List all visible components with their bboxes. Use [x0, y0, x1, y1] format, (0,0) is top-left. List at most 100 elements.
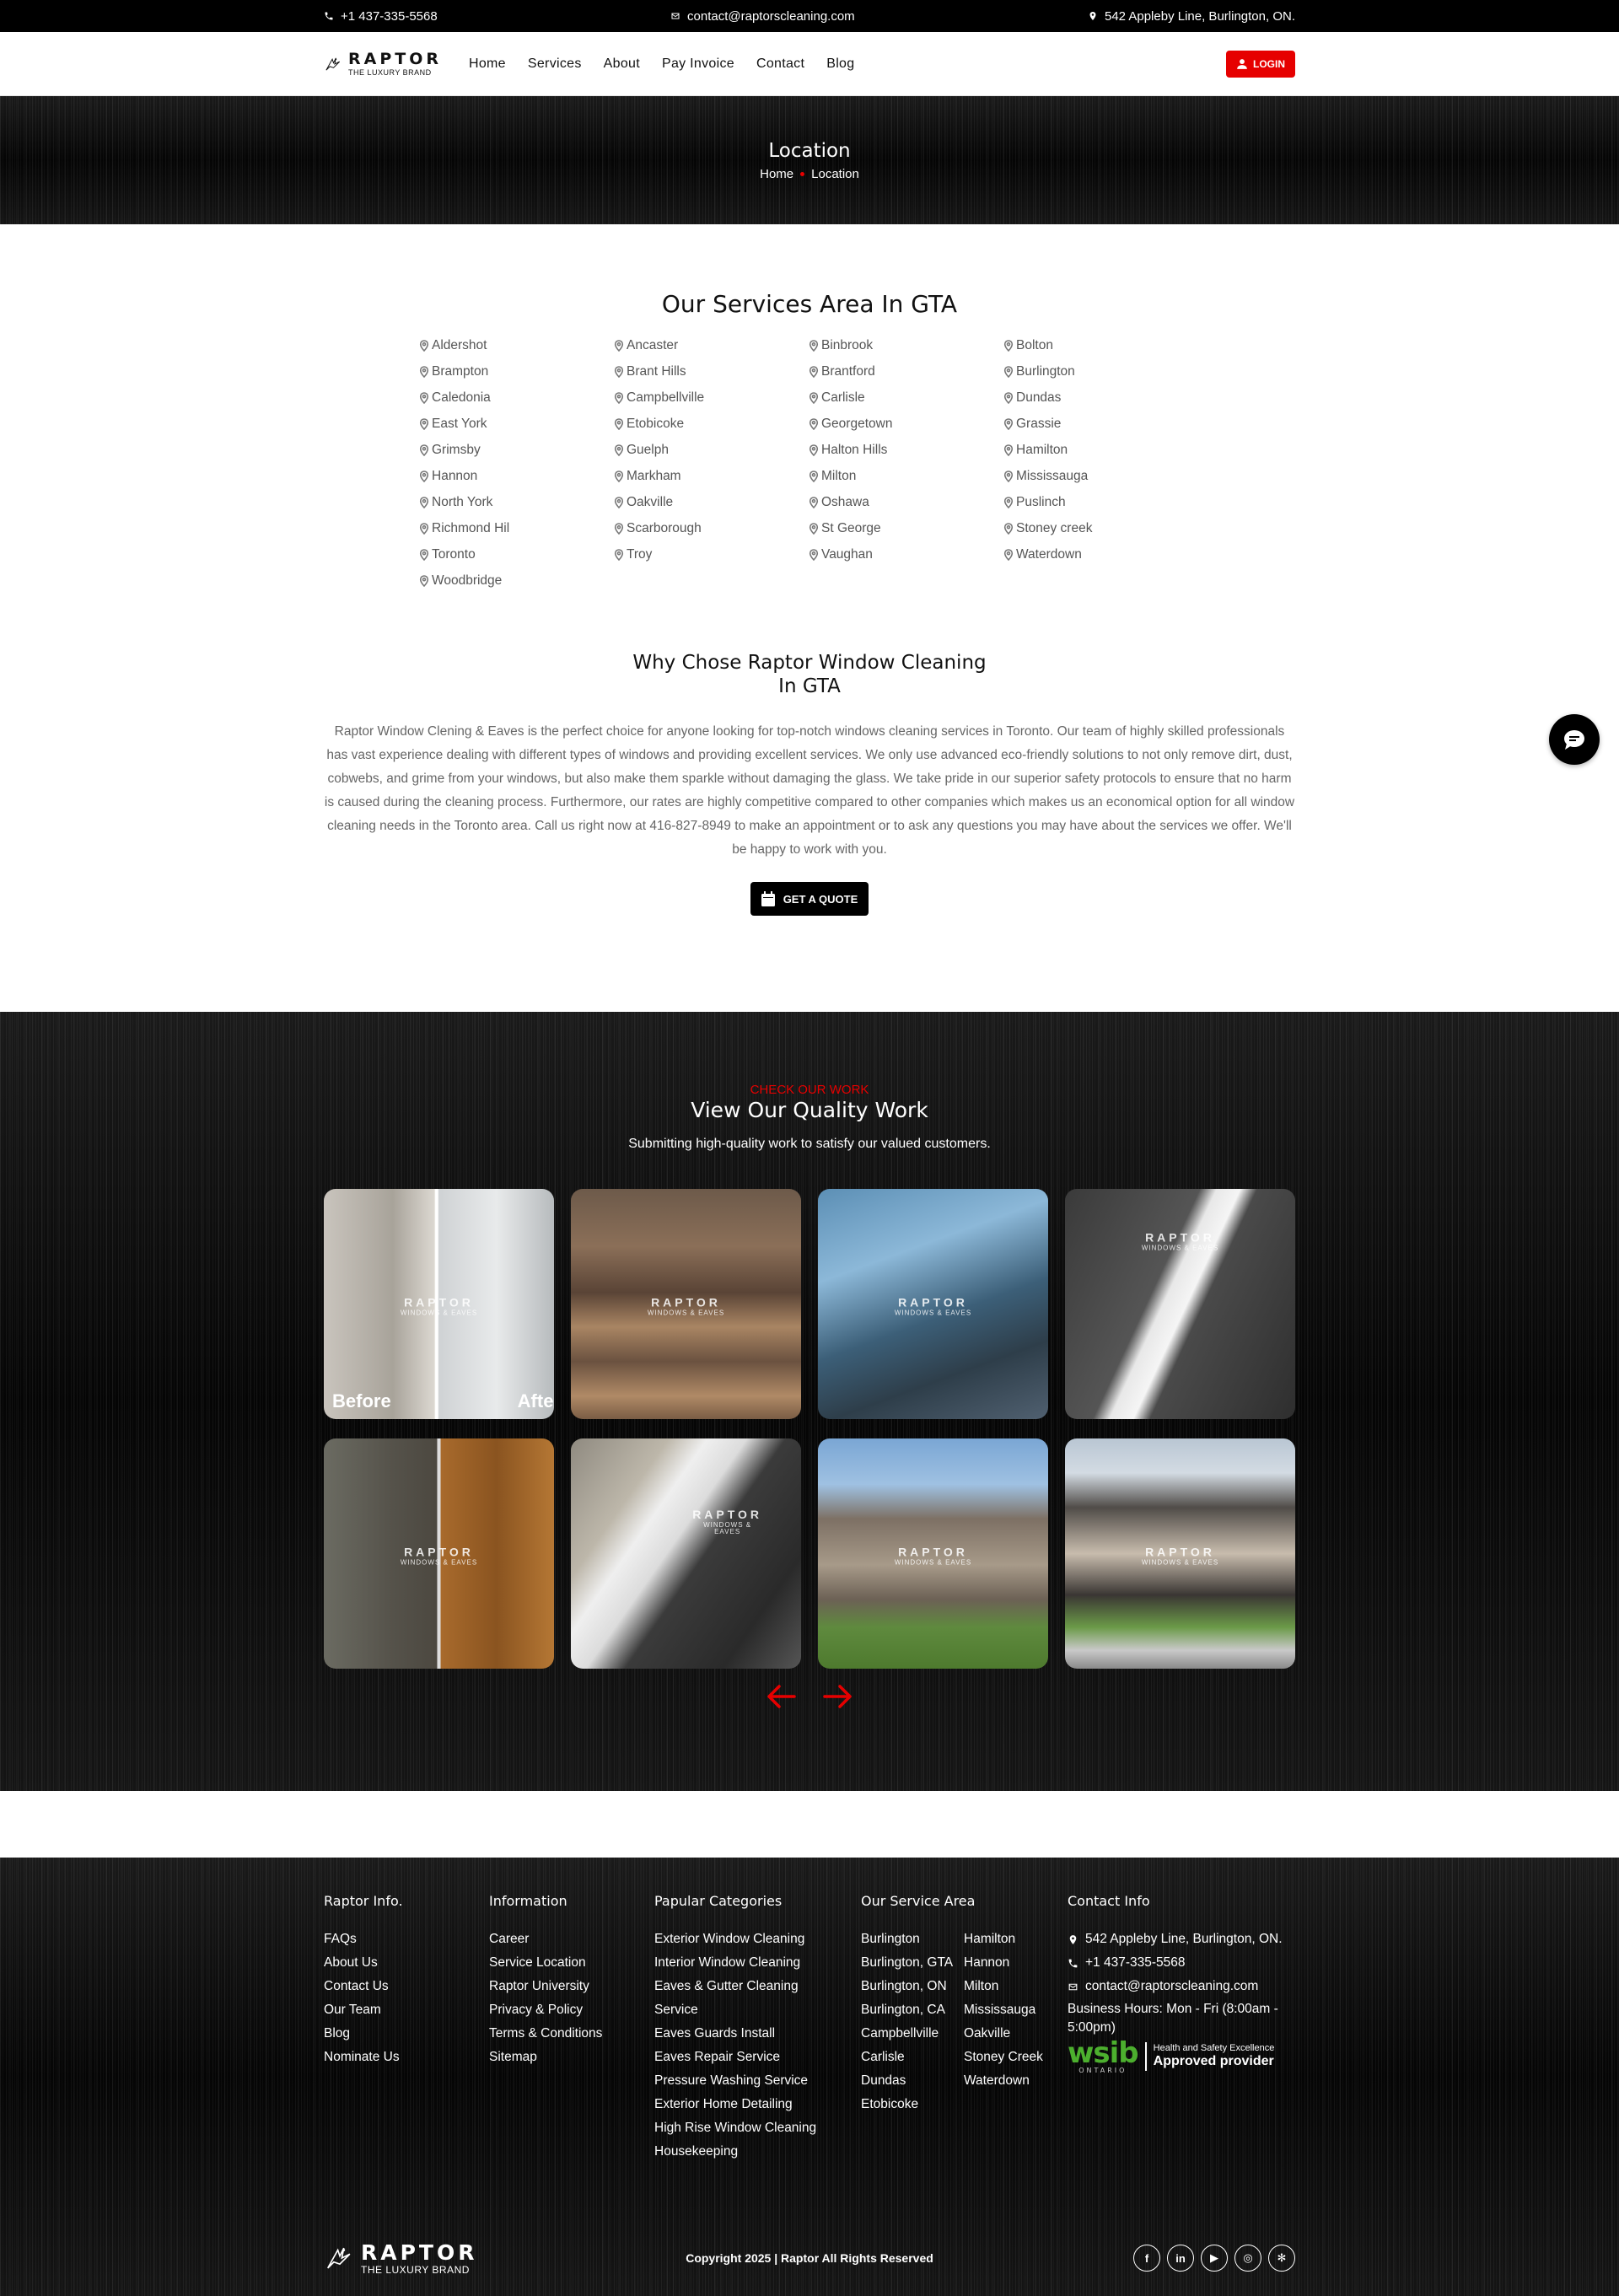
map-pin-icon	[809, 418, 819, 430]
map-pin-icon	[1003, 418, 1014, 430]
footer-link[interactable]: Carlisle	[861, 2046, 964, 2069]
footer-link[interactable]: Career	[489, 1928, 649, 1951]
watermark-title: RAPTOR	[404, 1294, 474, 1309]
footer-link[interactable]: Hannon	[964, 1951, 1055, 1975]
watermark: RAPTOR WINDOWS & EAVES	[895, 1546, 971, 1566]
footer-email[interactable]: contact@raptorscleaning.com	[1068, 1975, 1295, 1998]
nav-about[interactable]: About	[604, 56, 640, 72]
footer-phone-text: +1 437-335-5568	[1085, 1955, 1186, 1970]
footer-link[interactable]: Burlington	[861, 1928, 964, 1951]
calendar-icon	[761, 891, 775, 906]
footer-link[interactable]: About Us	[324, 1951, 484, 1975]
watermark-title: RAPTOR	[404, 1544, 474, 1558]
location-item: Dundas	[1003, 389, 1198, 407]
footer-link[interactable]: Stoney Creek	[964, 2046, 1055, 2069]
footer-link[interactable]: Privacy & Policy	[489, 1998, 649, 2022]
location-name: Stoney creek	[1016, 521, 1093, 535]
watermark: RAPTOR WINDOWS & EAVES	[895, 1296, 971, 1316]
location-name: Markham	[627, 469, 681, 483]
map-pin-icon	[809, 523, 819, 535]
location-name: Woodbridge	[432, 573, 503, 588]
location-item: Scarborough	[614, 519, 809, 538]
footer-link[interactable]: Burlington, GTA	[861, 1951, 964, 1975]
footer-link[interactable]: Burlington, ON	[861, 1975, 964, 1998]
breadcrumb-home[interactable]: Home	[760, 167, 793, 181]
nav-services[interactable]: Services	[528, 56, 582, 72]
footer-link[interactable]: Waterdown	[964, 2069, 1055, 2093]
gallery-tile-gutter-washing[interactable]: RAPTOR WINDOWS & EAVES	[818, 1189, 1048, 1419]
topbar-email[interactable]: contact@raptorscleaning.com	[670, 9, 855, 24]
footer-link[interactable]: Housekeeping	[654, 2140, 823, 2164]
location-item: Hannon	[419, 467, 614, 486]
location-item: Toronto	[419, 546, 614, 564]
footer-link[interactable]: FAQs	[324, 1928, 484, 1951]
footer-link[interactable]: Blog	[324, 2022, 484, 2046]
watermark-sub: WINDOWS & EAVES	[894, 1308, 972, 1316]
phone-icon	[1068, 1959, 1078, 1968]
map-pin-icon	[809, 549, 819, 561]
watermark-sub: WINDOWS & EAVES	[703, 1520, 752, 1535]
footer-link[interactable]: Campbellville	[861, 2022, 964, 2046]
footer-link[interactable]: Oakville	[964, 2022, 1055, 2046]
map-pin-icon	[809, 497, 819, 508]
page-hero: Location Home Location	[0, 96, 1619, 224]
arrow-right-icon[interactable]	[823, 1683, 853, 1710]
location-item: Bolton	[1003, 336, 1198, 355]
get-quote-button[interactable]: GET A QUOTE	[750, 882, 869, 916]
footer-link[interactable]: Raptor University	[489, 1975, 649, 1998]
gallery-tile-deck[interactable]: RAPTOR WINDOWS & EAVES	[324, 1438, 554, 1669]
footer-link[interactable]: Eaves Guards Install	[654, 2022, 823, 2046]
why-choose-section: Why Chose Raptor Window Cleaning In GTA …	[0, 590, 1619, 916]
nav-contact[interactable]: Contact	[756, 56, 804, 72]
location-name: Scarborough	[627, 521, 702, 535]
footer-link[interactable]: Exterior Home Detailing	[654, 2093, 823, 2116]
footer-link[interactable]: Nominate Us	[324, 2046, 484, 2069]
footer-link[interactable]: Milton	[964, 1975, 1055, 1998]
location-item: Oshawa	[809, 493, 1003, 512]
footer-phone[interactable]: +1 437-335-5568	[1068, 1951, 1295, 1975]
nav-pay-invoice[interactable]: Pay Invoice	[662, 56, 734, 72]
footer-link[interactable]: Dundas	[861, 2069, 964, 2093]
footer-link[interactable]: Sitemap	[489, 2046, 649, 2069]
login-button[interactable]: LOGIN	[1226, 51, 1295, 78]
footer-link[interactable]: Service Location	[489, 1951, 649, 1975]
footer-link[interactable]: Hamilton	[964, 1928, 1055, 1951]
nav-home[interactable]: Home	[469, 56, 506, 72]
footer-link[interactable]: Mississauga	[964, 1998, 1055, 2022]
chat-widget-button[interactable]	[1549, 714, 1600, 765]
location-name: Binbrook	[821, 338, 874, 352]
location-name: Guelph	[627, 443, 669, 457]
topbar-phone[interactable]: +1 437-335-5568	[324, 9, 438, 24]
location-name: Mississauga	[1016, 469, 1089, 483]
arrow-left-icon[interactable]	[766, 1683, 796, 1710]
footer-link[interactable]: Eaves & Gutter Cleaning Service	[654, 1975, 823, 2022]
brand-logo[interactable]: RAPTOR THE LUXURY BRAND	[324, 51, 442, 77]
gallery-tile-gutter-guard-panel[interactable]: RAPTOR WINDOWS & EAVES	[571, 1438, 801, 1669]
footer-link[interactable]: Burlington, CA	[861, 1998, 964, 2022]
gallery-tile-front-steps[interactable]: RAPTOR WINDOWS & EAVES	[571, 1189, 801, 1419]
footer-link[interactable]: Terms & Conditions	[489, 2022, 649, 2046]
watermark-sub: WINDOWS & EAVES	[894, 1557, 972, 1566]
footer-address-text: 542 Appleby Line, Burlington, ON.	[1085, 1932, 1283, 1946]
gallery-tile-gutter-guard-roof[interactable]: RAPTOR WINDOWS & EAVES	[1065, 1189, 1295, 1419]
nav-blog[interactable]: Blog	[826, 56, 854, 72]
footer-link[interactable]: Exterior Window Cleaning	[654, 1928, 823, 1951]
map-pin-icon	[419, 340, 429, 352]
footer-link[interactable]: Etobicoke	[861, 2093, 964, 2116]
location-item: Milton	[809, 467, 1003, 486]
location-name: Bolton	[1016, 338, 1053, 352]
gallery-tile-modern-house[interactable]: RAPTOR WINDOWS & EAVES	[1065, 1438, 1295, 1669]
location-item: Carlisle	[809, 389, 1003, 407]
footer-link[interactable]: Pressure Washing Service	[654, 2069, 823, 2093]
footer-col-title: Contact Info	[1068, 1893, 1150, 1909]
footer-link[interactable]: Interior Window Cleaning	[654, 1951, 823, 1975]
gallery-tile-window-track[interactable]: RAPTORWINDOWS & EAVES Before After	[324, 1189, 554, 1419]
footer-link[interactable]: High Rise Window Cleaning	[654, 2116, 823, 2140]
map-pin-icon	[1003, 523, 1014, 535]
gallery-tile-house-backyard[interactable]: RAPTOR WINDOWS & EAVES	[818, 1438, 1048, 1669]
footer-link[interactable]: Eaves Repair Service	[654, 2046, 823, 2069]
business-hours: Business Hours: Mon - Fri (8:00am - 5:00…	[1068, 2002, 1278, 2035]
footer-link[interactable]: Contact Us	[324, 1975, 484, 1998]
footer-link[interactable]: Our Team	[324, 1998, 484, 2022]
location-item: Waterdown	[1003, 546, 1198, 564]
